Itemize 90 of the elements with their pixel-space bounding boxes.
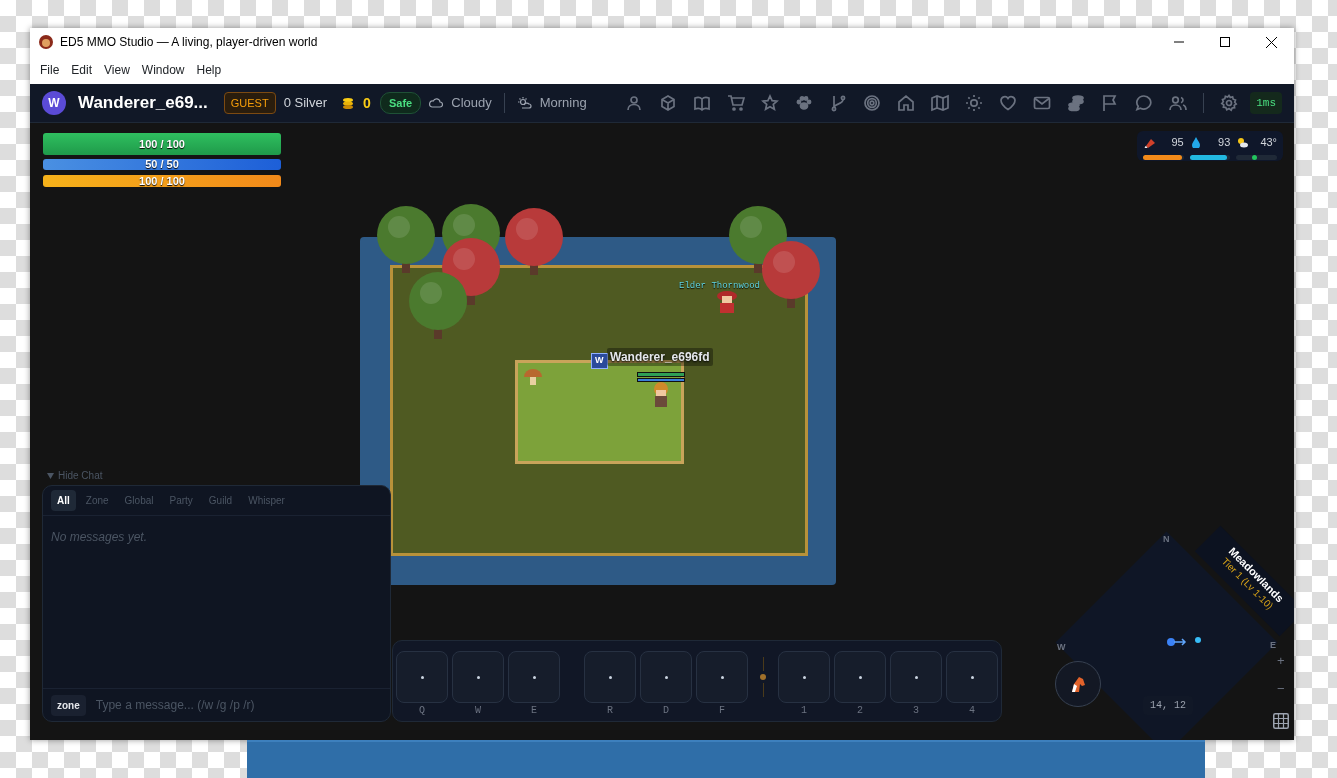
hide-chat-toggle[interactable]: Hide Chat <box>58 468 103 483</box>
tree-drawing <box>407 271 469 341</box>
book-icon[interactable] <box>693 94 712 112</box>
empty-chat-message: No messages yet. <box>51 530 148 544</box>
menu-item[interactable]: Edit <box>65 61 99 79</box>
hotbar-divider-dot <box>760 674 766 680</box>
close-icon[interactable] <box>1265 36 1277 48</box>
chat-tab[interactable]: Global <box>118 490 160 511</box>
key-label: F <box>718 704 726 718</box>
tree-drawing <box>760 240 822 310</box>
chat-tab[interactable]: Whisper <box>242 490 291 511</box>
settings-icon[interactable] <box>1220 94 1239 112</box>
ping-indicator: 1ms <box>1250 91 1282 115</box>
chat-channel-selector[interactable]: zone <box>51 694 86 716</box>
account-badge: GUEST <box>223 91 276 115</box>
zoom-out-button[interactable]: − <box>1277 682 1285 695</box>
stamina-reading: 100 / 100 <box>138 175 186 187</box>
key-label: E <box>530 704 538 718</box>
window-title: ED5 MMO Studio — A living, player-driven world <box>60 34 318 51</box>
temperature-reading: 43° <box>1260 135 1277 150</box>
tree-drawing <box>727 205 789 275</box>
weather: Cloudy <box>451 94 492 113</box>
key-label: 4 <box>968 704 976 718</box>
menu-item[interactable]: View <box>98 61 136 79</box>
branch-icon[interactable] <box>829 94 848 112</box>
mail-icon[interactable] <box>1033 94 1052 112</box>
compass-label: E <box>1270 639 1276 652</box>
hunger-reading: 95 <box>1171 135 1184 150</box>
heart-icon[interactable] <box>999 94 1018 112</box>
tree-drawing <box>375 205 437 275</box>
grid-icon[interactable] <box>1273 713 1289 729</box>
premium-currency-balance: 0 <box>363 93 371 113</box>
message-input[interactable]: Type a message... (/w /g /p /r) <box>93 695 382 715</box>
health-reading: 100 / 100 <box>138 136 186 152</box>
menu-item[interactable]: File <box>34 61 66 79</box>
caret-icon[interactable] <box>47 472 54 479</box>
menu-item[interactable]: Help <box>190 61 228 79</box>
water-drop-icon <box>1189 136 1202 149</box>
cube-icon[interactable] <box>659 94 678 112</box>
coins-stack-icon[interactable] <box>1067 94 1086 112</box>
tree-drawing <box>503 207 565 277</box>
chat-tab[interactable]: Zone <box>79 490 115 511</box>
player-tag: W <box>591 353 608 369</box>
compass-label: N <box>1163 533 1170 546</box>
home-icon[interactable] <box>897 94 916 112</box>
mount-button[interactable] <box>1055 661 1101 707</box>
chat-icon[interactable] <box>1135 94 1154 112</box>
key-label: Q <box>418 704 426 718</box>
player-sprite <box>651 381 671 409</box>
avatar: W <box>42 91 66 115</box>
thirst-reading: 93 <box>1218 135 1231 150</box>
map-icon[interactable] <box>931 94 950 112</box>
npc-marker-icon <box>1195 637 1201 643</box>
key-label: 1 <box>800 704 808 718</box>
player-mana-bar <box>637 378 685 382</box>
chat-tab[interactable]: Party <box>163 490 199 511</box>
mana-reading: 50 / 50 <box>144 159 180 170</box>
sun-icon[interactable] <box>965 94 984 112</box>
key-label: 2 <box>856 704 864 718</box>
sun-cloud-icon <box>516 96 532 110</box>
menu-item[interactable]: Window <box>135 61 191 79</box>
npc-name: Elder Thornwood <box>679 280 760 293</box>
time-of-day: Morning <box>539 93 587 113</box>
target-icon[interactable] <box>863 94 882 112</box>
app-icon <box>38 34 54 50</box>
npc-sprite <box>716 290 738 314</box>
cart-icon[interactable] <box>727 94 746 112</box>
chat-tab[interactable]: All <box>51 490 76 511</box>
player-nameplate: Wanderer_e696fd <box>607 348 713 366</box>
users-icon[interactable] <box>1169 94 1188 112</box>
sun-cloud-icon <box>1236 136 1249 149</box>
mushroom-drawing <box>523 368 543 386</box>
user-icon[interactable] <box>625 94 644 112</box>
zone-status: Safe <box>380 91 422 115</box>
key-label: D <box>662 704 670 718</box>
key-label: R <box>606 704 614 718</box>
key-label: W <box>474 704 482 718</box>
player-marker-icon <box>1165 637 1187 647</box>
player-health-bar <box>637 372 685 377</box>
currency-balance: 0 Silver <box>283 94 328 113</box>
cloud-icon <box>429 96 444 110</box>
chat-tab[interactable]: Guild <box>202 490 239 511</box>
maximize-icon[interactable] <box>1220 37 1230 47</box>
player-name: Wanderer_e69... <box>78 92 208 115</box>
paw-icon[interactable] <box>795 94 814 112</box>
zoom-in-button[interactable]: + <box>1277 654 1285 667</box>
compass-label: W <box>1057 641 1066 654</box>
star-icon[interactable] <box>761 94 780 112</box>
key-label: 3 <box>912 704 920 718</box>
coins-icon <box>341 96 356 110</box>
